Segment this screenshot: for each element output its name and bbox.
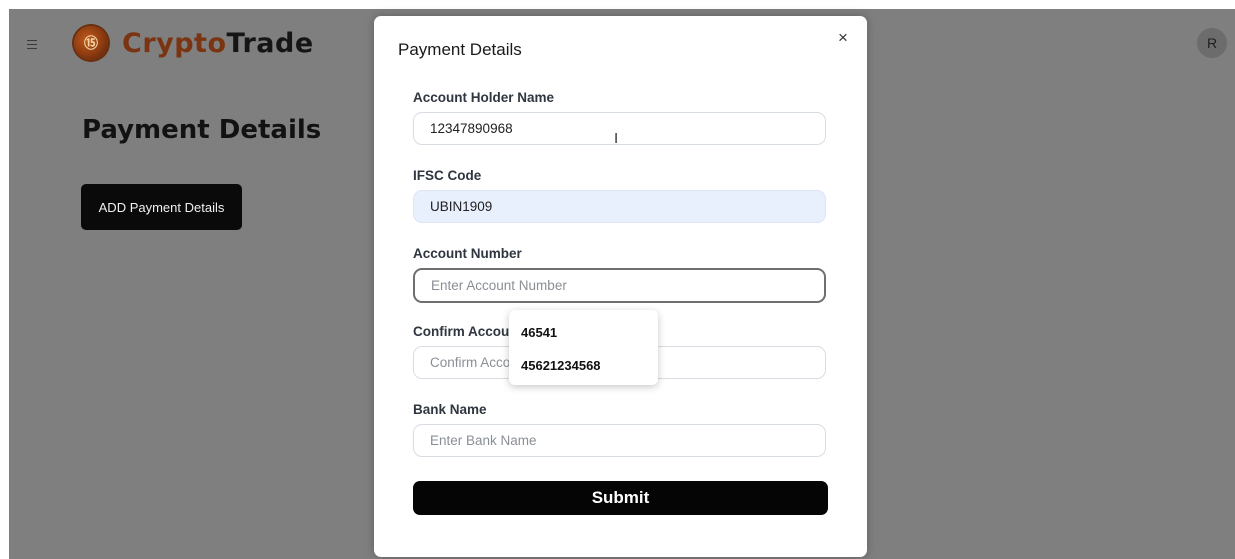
brand-name-second: Trade (226, 27, 314, 59)
page-title: Payment Details (82, 115, 322, 145)
autocomplete-option[interactable]: 45621234568 (521, 358, 601, 373)
submit-button[interactable]: Submit (413, 481, 828, 515)
brand-logo[interactable]: ⑮ CryptoTrade (74, 26, 314, 60)
hamburger-icon[interactable] (27, 40, 37, 49)
modal-title: Payment Details (398, 40, 522, 59)
brand-name-first: Crypto (122, 27, 227, 59)
account-number-label: Account Number (413, 246, 522, 261)
account-number-input[interactable] (413, 268, 826, 303)
ifsc-code-label: IFSC Code (413, 168, 482, 183)
bank-name-input[interactable] (413, 424, 826, 457)
ifsc-code-input[interactable] (413, 190, 826, 223)
user-avatar[interactable]: R (1197, 28, 1227, 58)
autocomplete-dropdown: 46541 45621234568 (509, 310, 658, 385)
account-holder-name-label: Account Holder Name (413, 90, 555, 105)
autocomplete-option[interactable]: 46541 (521, 325, 557, 340)
brand-name: CryptoTrade (122, 28, 314, 59)
payment-details-modal: Payment Details × Account Holder Name I … (374, 16, 867, 557)
bank-name-label: Bank Name (413, 402, 487, 417)
text-cursor-icon: I (614, 130, 619, 147)
add-payment-details-button[interactable]: ADD Payment Details (81, 184, 242, 230)
close-icon[interactable]: × (835, 29, 851, 46)
logo-coin-icon: ⑮ (74, 26, 108, 60)
